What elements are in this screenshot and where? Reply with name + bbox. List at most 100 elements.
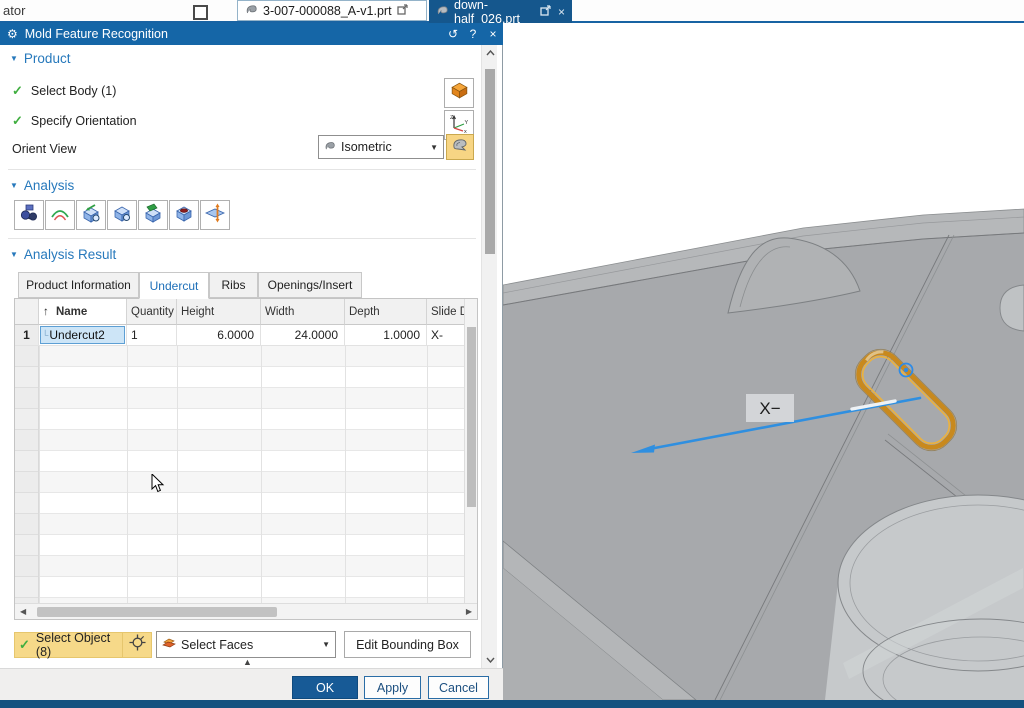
svg-text:X−: X− xyxy=(759,399,780,418)
analysis-arc-icon xyxy=(49,203,71,228)
select-body-button[interactable] xyxy=(444,78,474,108)
orient-view-label: Orient View xyxy=(12,142,76,156)
file-tab-label: down-half_026.prt xyxy=(454,0,535,26)
orient-view-icon xyxy=(452,138,469,157)
svg-text:x: x xyxy=(464,129,467,133)
help-icon[interactable]: ? xyxy=(463,27,483,41)
orient-view-value: Isometric xyxy=(341,140,392,154)
orient-view-dropdown[interactable]: Isometric ▼ xyxy=(318,135,444,159)
dialog-collapse-handle[interactable]: ▲ xyxy=(243,657,252,667)
grid-line xyxy=(177,325,178,603)
restore-window-icon[interactable] xyxy=(193,5,208,20)
part-icon xyxy=(436,4,449,19)
table-empty-rownum-column xyxy=(15,346,39,603)
row1-slide-direction[interactable]: X- xyxy=(427,325,464,346)
select-object-label: Select Object (8) xyxy=(36,631,118,659)
analysis-parting-tool-button[interactable] xyxy=(200,200,230,230)
table-vertical-scrollbar[interactable] xyxy=(464,299,477,603)
file-tab-active[interactable]: down-half_026.prt × xyxy=(429,0,572,23)
check-icon: ✓ xyxy=(12,113,23,129)
column-header-quantity[interactable]: Quantity xyxy=(127,299,177,325)
analysis-search-icon xyxy=(18,203,40,228)
edit-bounding-box-button[interactable]: Edit Bounding Box xyxy=(344,631,471,658)
analysis-insert-tool-button[interactable] xyxy=(169,200,199,230)
table-horizontal-scrollbar[interactable]: ◀ ▶ xyxy=(15,603,477,619)
3d-part-graphics: X− xyxy=(503,23,1024,700)
point-constructor-button[interactable] xyxy=(123,632,152,658)
tab-openings-insert[interactable]: Openings/Insert xyxy=(258,272,362,298)
analysis-search-tool-button[interactable] xyxy=(14,200,44,230)
chevron-down-icon: ▼ xyxy=(430,143,438,152)
file-tab-inactive[interactable]: 3-007-000088_A-v1.prt xyxy=(237,0,427,21)
tab-undercut[interactable]: Undercut xyxy=(139,272,209,299)
gear-icon: ⚙ xyxy=(7,27,18,41)
select-faces-dropdown[interactable]: Select Faces ▼ xyxy=(156,631,336,658)
select-object-field[interactable]: ✓ Select Object (8) xyxy=(14,632,123,658)
scrollbar-thumb[interactable] xyxy=(37,607,277,617)
row1-height[interactable]: 6.0000 xyxy=(177,325,261,346)
column-header-name[interactable]: ↑ Name xyxy=(39,299,127,325)
svg-text:Y: Y xyxy=(465,120,469,126)
dialog-title-bar[interactable]: ⚙ Mold Feature Recognition ↺ ? × xyxy=(0,23,503,45)
tab-product-information[interactable]: Product Information xyxy=(18,272,139,298)
close-icon[interactable]: × xyxy=(483,27,503,41)
column-header-depth[interactable]: Depth xyxy=(345,299,427,325)
section-product[interactable]: ▼ Product xyxy=(10,51,70,66)
point-crosshair-icon xyxy=(129,634,146,656)
separator xyxy=(8,238,476,239)
dialog-footer: OK Apply Cancel xyxy=(0,668,503,700)
analysis-rib-icon xyxy=(111,203,133,228)
modified-icon xyxy=(540,5,551,19)
dialog-title: Mold Feature Recognition xyxy=(25,27,443,41)
section-collapse-icon[interactable]: ▼ xyxy=(10,54,18,63)
section-collapse-icon[interactable]: ▼ xyxy=(10,250,18,259)
dialog-vertical-scrollbar[interactable] xyxy=(481,45,497,668)
modified-icon xyxy=(397,4,408,18)
column-header-height[interactable]: Height xyxy=(177,299,261,325)
undercut-result-table: ↑ Name Quantity Height Width Depth Slide… xyxy=(14,298,478,620)
select-body-row[interactable]: ✓ Select Body (1) xyxy=(12,83,116,99)
scroll-up-icon[interactable] xyxy=(486,50,495,56)
column-header-width[interactable]: Width xyxy=(261,299,345,325)
apply-button[interactable]: Apply xyxy=(364,676,421,699)
reset-icon[interactable]: ↺ xyxy=(443,27,463,41)
row1-width[interactable]: 24.0000 xyxy=(261,325,345,346)
3d-viewport[interactable]: X− xyxy=(503,23,1024,700)
row1-quantity[interactable]: 1 xyxy=(127,325,177,346)
section-analysis-label: Analysis xyxy=(24,178,74,193)
section-collapse-icon[interactable]: ▼ xyxy=(10,181,18,190)
scrollbar-thumb[interactable] xyxy=(485,69,495,254)
table-empty-rows xyxy=(15,346,464,603)
close-tab-icon[interactable]: × xyxy=(558,5,565,19)
column-header-slide-direction[interactable]: Slide D xyxy=(427,299,464,325)
chevron-down-icon: ▼ xyxy=(322,640,330,649)
section-analysis-result-label: Analysis Result xyxy=(24,247,116,262)
section-analysis[interactable]: ▼ Analysis xyxy=(10,178,74,193)
orient-view-button[interactable] xyxy=(446,134,474,160)
scroll-right-icon[interactable]: ▶ xyxy=(466,607,472,616)
row1-depth[interactable]: 1.0000 xyxy=(345,325,427,346)
column-header-rownum xyxy=(15,299,39,325)
cursor-icon xyxy=(151,474,165,494)
scroll-down-icon[interactable] xyxy=(486,657,495,663)
scroll-left-icon[interactable]: ◀ xyxy=(20,607,26,616)
select-body-cube-icon xyxy=(449,80,470,106)
scrollbar-thumb[interactable] xyxy=(467,327,476,507)
selected-cell[interactable]: └ Undercut2 xyxy=(40,326,125,344)
tab-ribs[interactable]: Ribs xyxy=(209,272,258,298)
analysis-arc-tool-button[interactable] xyxy=(45,200,75,230)
analysis-rib-tool-button[interactable] xyxy=(107,200,137,230)
row1-name-cell[interactable]: └ Undercut2 xyxy=(39,325,127,346)
ok-button[interactable]: OK xyxy=(292,676,358,699)
analysis-undercut-tool-button[interactable] xyxy=(76,200,106,230)
section-analysis-result[interactable]: ▼ Analysis Result xyxy=(10,247,116,262)
separator xyxy=(8,169,476,170)
grid-line xyxy=(345,325,346,603)
application-window: ator 3-007-000088_A-v1.prt down-half_026… xyxy=(0,0,1024,708)
analysis-parting-icon xyxy=(204,203,226,228)
analysis-opening-tool-button[interactable] xyxy=(138,200,168,230)
navigator-partial-label: ator xyxy=(3,3,25,18)
specify-orientation-row[interactable]: ✓ Specify Orientation xyxy=(12,113,137,129)
cancel-button[interactable]: Cancel xyxy=(428,676,489,699)
row1-number[interactable]: 1 xyxy=(15,325,39,346)
